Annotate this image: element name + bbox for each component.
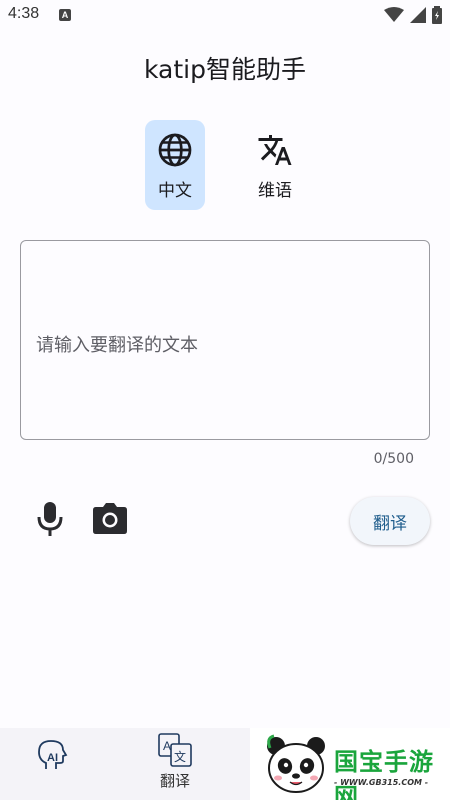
language-label-uyghur: 维语	[258, 181, 292, 201]
notification-icon: A	[59, 9, 71, 21]
globe-icon	[158, 133, 192, 167]
status-bar: 4:38 A	[0, 0, 450, 32]
translate-button[interactable]: 翻译	[350, 497, 430, 545]
watermark-brand: 国宝手游网	[334, 748, 434, 800]
language-label-chinese: 中文	[158, 181, 192, 201]
nav-label-translate: 翻译	[159, 772, 190, 790]
ai-head-icon: AI	[37, 740, 67, 769]
microphone-button[interactable]	[36, 501, 64, 537]
svg-text:A: A	[163, 739, 171, 753]
svg-text:文: 文	[174, 749, 186, 764]
source-text-input[interactable]	[21, 241, 429, 439]
translate-document-icon: A 文	[158, 733, 192, 767]
svg-text:AI: AI	[47, 752, 58, 764]
status-icons	[384, 6, 442, 24]
language-option-chinese[interactable]: 中文	[145, 120, 205, 210]
nav-item-ai[interactable]: AI	[25, 728, 80, 800]
text-input-box	[20, 240, 430, 440]
signal-icon	[410, 7, 426, 23]
battery-icon	[432, 6, 442, 24]
character-counter: 0/500	[373, 451, 414, 467]
microphone-icon	[37, 502, 63, 536]
status-time: 4:38	[8, 5, 40, 22]
panda-logo	[267, 734, 325, 793]
watermark-overlay: 国宝手游网 - WWW.GB315.COM -	[250, 728, 450, 800]
app-title: katip智能助手	[144, 55, 306, 84]
language-option-uyghur[interactable]: 维语	[245, 120, 305, 210]
nav-item-translate[interactable]: A 文 翻译	[150, 728, 200, 800]
watermark-site: - WWW.GB315.COM -	[334, 778, 429, 787]
camera-icon	[93, 503, 127, 534]
camera-button[interactable]	[92, 503, 128, 535]
translate-icon	[258, 135, 292, 165]
wifi-icon	[384, 7, 404, 22]
